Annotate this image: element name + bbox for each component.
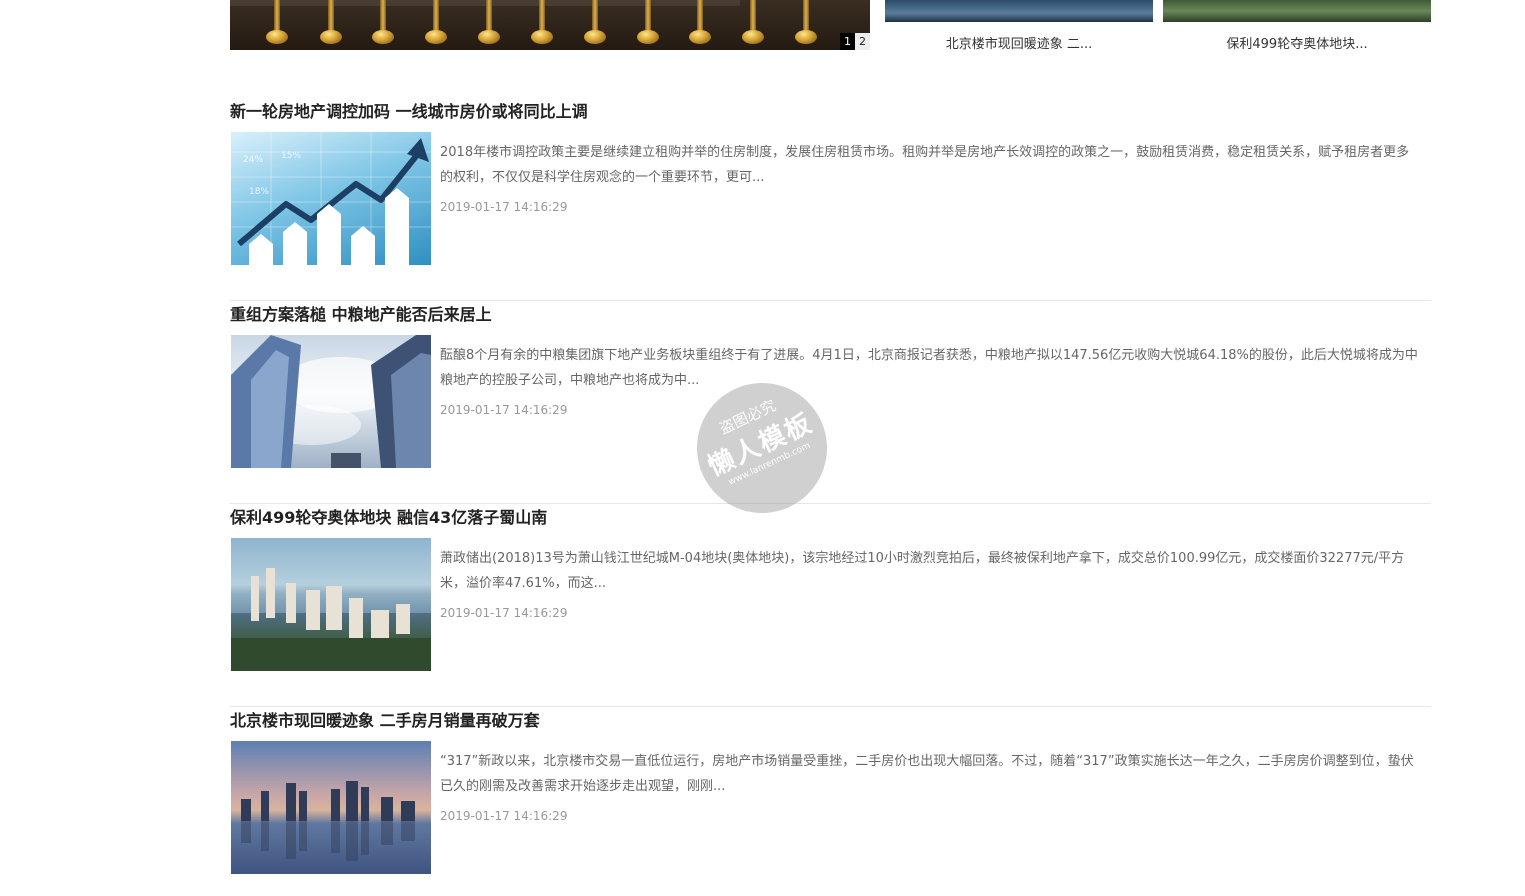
thumbnail-image[interactable]: [885, 0, 1153, 22]
article-item: 保利499轮夺奥体地块 融信43亿落子蜀山南 萧政储出(2018)13号为萧山钱…: [230, 504, 1431, 707]
article-date: 2019-01-17 14:16:29: [440, 200, 568, 214]
chart-label: 24%: [243, 155, 263, 165]
chart-label: 18%: [249, 187, 269, 197]
abacus-rod: [274, 0, 280, 34]
article-title[interactable]: 重组方案落槌 中粮地产能否后来居上: [230, 301, 492, 325]
abacus-bead: [637, 30, 659, 44]
abacus-rod: [803, 0, 809, 34]
thumbnail-caption[interactable]: 北京楼市现回暖迹象 二...: [885, 33, 1153, 52]
abacus-rod: [433, 0, 439, 34]
slider-caption-strip: [230, 0, 740, 6]
featured-slider[interactable]: 1 2: [230, 0, 870, 50]
abacus-bead: [425, 30, 447, 44]
abacus-rod: [539, 0, 545, 34]
skyscraper-illustration: [231, 335, 431, 468]
chart-label: 15%: [281, 151, 301, 161]
article-thumbnail[interactable]: [231, 335, 431, 468]
article-title[interactable]: 保利499轮夺奥体地块 融信43亿落子蜀山南: [230, 504, 547, 528]
article-item: 重组方案落槌 中粮地产能否后来居上 酝酿8个月有余的中粮集团旗下地产业务板块重组…: [230, 301, 1431, 504]
article-thumbnail[interactable]: 24% 15% 18%: [231, 132, 431, 265]
article-item: 新一轮房地产调控加码 一线城市房价或将同比上调 24% 15% 18% 2018…: [230, 98, 1431, 301]
article-date: 2019-01-17 14:16:29: [440, 403, 568, 417]
thumbnail-item[interactable]: 保利499轮夺奥体地块...: [1163, 0, 1431, 52]
article-thumbnail[interactable]: [231, 538, 431, 671]
news-list-area: 1 2 北京楼市现回暖迹象 二... 保利499轮夺奥体地块... 新一轮房地产…: [230, 0, 1431, 896]
slider-page-2[interactable]: 2: [855, 33, 870, 50]
article-date: 2019-01-17 14:16:29: [440, 606, 568, 620]
article-date: 2019-01-17 14:16:29: [440, 809, 568, 823]
article-thumbnail[interactable]: [231, 741, 431, 874]
abacus-rod: [592, 0, 598, 34]
abacus-bead: [742, 30, 764, 44]
article-summary: 酝酿8个月有余的中粮集团旗下地产业务板块重组终于有了进展。4月1日，北京商报记者…: [440, 348, 1418, 388]
abacus-bead: [795, 30, 817, 44]
abacus-bead: [531, 30, 553, 44]
abacus-bead: [689, 30, 711, 44]
featured-thumbnails: 北京楼市现回暖迹象 二... 保利499轮夺奥体地块...: [885, 0, 1431, 60]
article-summary: 萧政储出(2018)13号为萧山钱江世纪城M-04地块(奥体地块)，该宗地经过1…: [440, 551, 1405, 591]
thumbnail-image[interactable]: [1163, 0, 1431, 22]
thumbnail-item[interactable]: 北京楼市现回暖迹象 二...: [885, 0, 1153, 52]
skyline-reflection-illustration: [241, 781, 415, 861]
abacus-bead: [266, 30, 288, 44]
abacus-rod: [645, 0, 651, 34]
thumbnail-caption[interactable]: 保利499轮夺奥体地块...: [1163, 33, 1431, 52]
article-item: 北京楼市现回暖迹象 二手房月销量再破万套 “317”新政以来，北京楼市交易一直低…: [230, 707, 1431, 896]
slider-pagination: 1 2: [840, 33, 870, 50]
abacus-rod: [380, 0, 386, 34]
article-summary: 2018年楼市调控政策主要是继续建立租购并举的住房制度，发展住房租赁市场。租购并…: [440, 145, 1410, 185]
abacus-bead: [478, 30, 500, 44]
city-aerial-illustration: [231, 568, 431, 671]
abacus-bead: [372, 30, 394, 44]
article-title[interactable]: 北京楼市现回暖迹象 二手房月销量再破万套: [230, 707, 540, 731]
abacus-bead: [584, 30, 606, 44]
abacus-rod: [328, 0, 334, 34]
abacus-rod: [486, 0, 492, 34]
article-summary: “317”新政以来，北京楼市交易一直低位运行，房地产市场销量受重挫，二手房价也出…: [440, 754, 1414, 794]
abacus-rod: [697, 0, 703, 34]
rising-chart-illustration: 24% 15% 18%: [231, 132, 431, 265]
slider-page-1[interactable]: 1: [840, 33, 855, 50]
abacus-bead: [320, 30, 342, 44]
article-title[interactable]: 新一轮房地产调控加码 一线城市房价或将同比上调: [230, 98, 588, 122]
abacus-rod: [750, 0, 756, 34]
